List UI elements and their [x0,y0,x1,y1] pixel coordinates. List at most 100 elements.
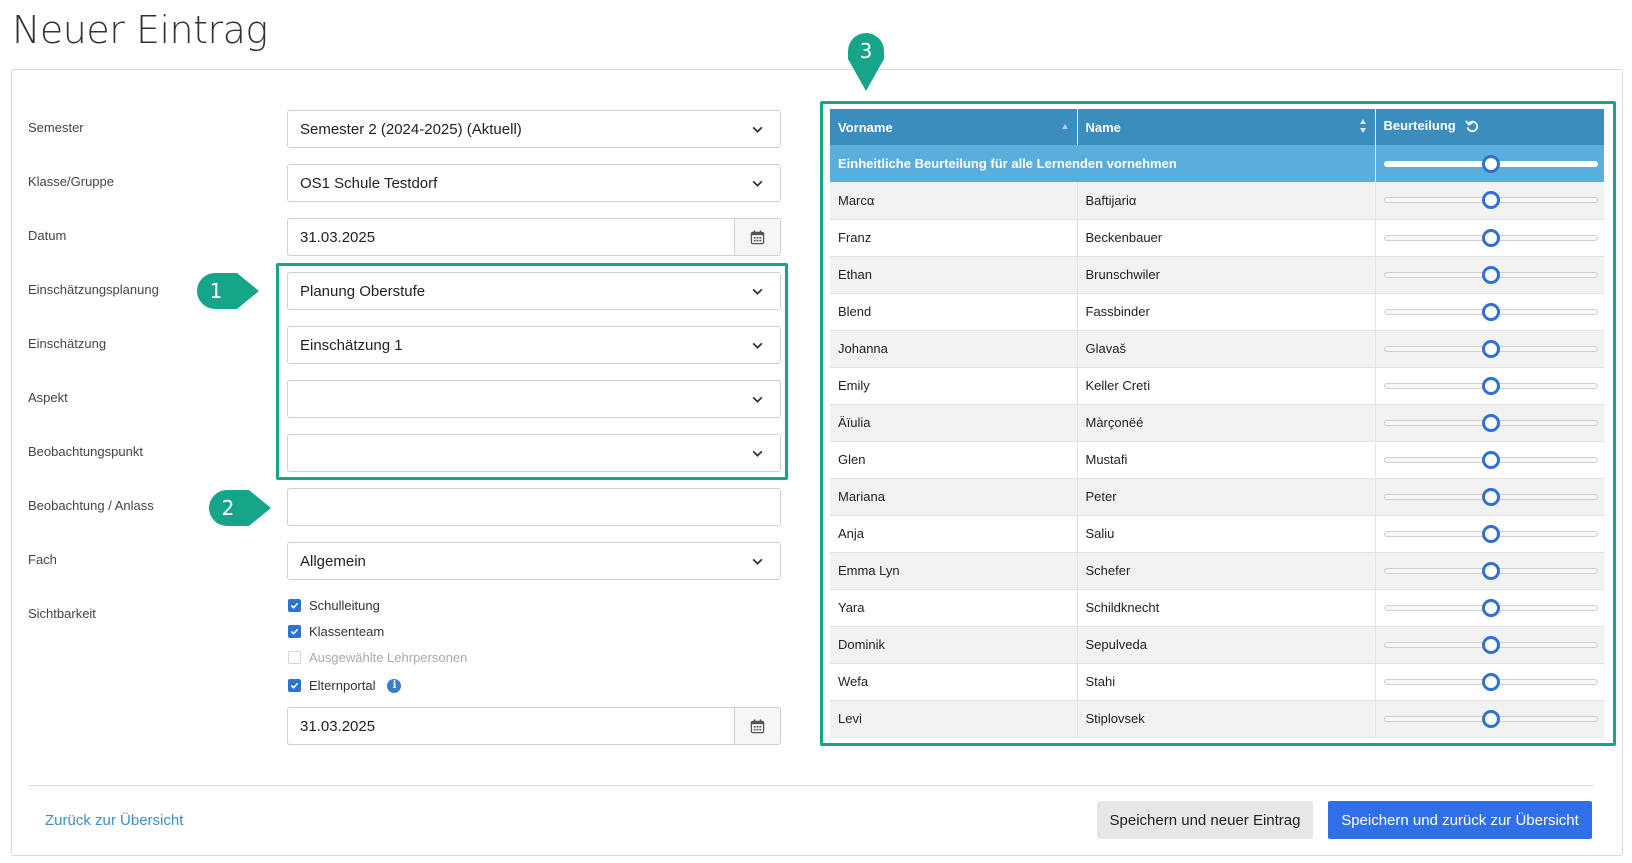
student-row: Emily Keller Cretì [830,367,1604,405]
student-row: Mariana Peter [830,478,1604,516]
student-rating-slider[interactable] [1383,339,1598,359]
slider-thumb[interactable] [1481,561,1500,580]
student-row: Wefa Stahi [830,663,1604,701]
student-rating-slider[interactable] [1383,561,1598,581]
highlight-box-1 [276,263,788,480]
student-rating-slider[interactable] [1383,376,1598,396]
beobachtung-input[interactable] [287,488,781,526]
column-header-vorname[interactable]: Vorname [830,109,1078,145]
column-header-name[interactable]: Name [1077,109,1376,145]
student-rating-cell [1375,293,1604,331]
sort-asc-icon[interactable] [1061,119,1069,134]
student-vorname: Johanna [830,330,1078,368]
student-rating-slider[interactable] [1383,598,1598,618]
slider-thumb[interactable] [1481,413,1500,432]
slider-thumb[interactable] [1481,450,1500,469]
header-label: Name [1085,119,1121,135]
student-rating-slider[interactable] [1383,413,1598,433]
student-vorname: Mariana [830,478,1078,516]
badge-number: 1 [209,279,223,303]
slider-thumb[interactable] [1481,709,1500,728]
fach-select[interactable]: Allgemein [287,542,781,580]
annotation-badge-3: 3 [846,31,886,93]
student-row: Blend Fassbinder [830,293,1604,331]
slider-thumb[interactable] [1481,339,1500,358]
reset-icon[interactable] [1465,119,1479,136]
student-name: Schildknecht [1077,589,1376,627]
slider-thumb[interactable] [1481,598,1500,617]
student-rating-slider[interactable] [1383,487,1598,507]
student-vorname: Emma Lyn [830,552,1078,590]
student-name: Baftijariα [1077,182,1376,220]
calendar-icon[interactable] [734,219,780,255]
student-rating-slider[interactable] [1383,709,1598,729]
student-rating-cell [1375,700,1604,738]
fach-value: Allgemein [300,552,366,570]
slider-thumb[interactable] [1481,302,1500,321]
slider-thumb[interactable] [1481,635,1500,654]
student-rating-slider[interactable] [1383,450,1598,470]
student-vorname: Marcα [830,182,1078,220]
elternportal-date-value: 31.03.2025 [300,717,376,735]
student-name: Schefer [1077,552,1376,590]
student-name: Keller Cretì [1077,367,1376,405]
student-rating-cell [1375,256,1604,294]
label-beobachtung: Beobachtung / Anlass [28,498,154,513]
checkbox-elternportal[interactable]: Elternportal i [288,678,402,693]
datum-input[interactable]: 31.03.2025 [287,218,781,256]
student-name: Mustafi [1077,441,1376,479]
student-row: Glen Mustafi [830,441,1604,479]
student-rating-slider[interactable] [1383,524,1598,544]
klasse-value: OS1 Schule Testdorf [300,174,438,192]
checkbox-schulleitung[interactable]: Schulleitung [288,598,380,613]
student-rating-slider[interactable] [1383,265,1598,285]
student-rating-cell [1375,552,1604,590]
label-aspekt: Aspekt [28,390,68,405]
save-and-new-button[interactable]: Speichern und neuer Eintrag [1097,801,1313,839]
info-icon[interactable]: i [387,678,402,693]
page-title: Neuer Eintrag [12,8,268,52]
calendar-icon[interactable] [734,708,780,744]
slider-thumb[interactable] [1481,265,1500,284]
slider-thumb[interactable] [1481,487,1500,506]
student-name: Sepulveda [1077,626,1376,664]
checkbox-checked-icon[interactable] [288,599,301,612]
student-rating-slider[interactable] [1383,672,1598,692]
slider-thumb[interactable] [1481,524,1500,543]
semester-value: Semester 2 (2024-2025) (Aktuell) [300,120,522,138]
label-einschaetzung: Einschätzung [28,336,107,351]
slider-thumb[interactable] [1481,228,1500,247]
annotation-badge-2: 2 [209,488,271,528]
slider-thumb[interactable] [1481,154,1500,173]
student-vorname: Äïulia [830,404,1078,442]
checkbox-label: Elternportal [309,678,376,693]
student-vorname: Glen [830,441,1078,479]
sort-icon[interactable] [1359,118,1367,137]
slider-thumb[interactable] [1481,191,1500,210]
elternportal-date-input[interactable]: 31.03.2025 [287,707,781,745]
label-semester: Semester [28,120,84,135]
semester-select[interactable]: Semester 2 (2024-2025) (Aktuell) [287,110,781,148]
back-to-overview-link[interactable]: Zurück zur Übersicht [45,812,183,829]
klasse-select[interactable]: OS1 Schule Testdorf [287,164,781,202]
student-rating-slider[interactable] [1383,635,1598,655]
checkbox-checked-icon[interactable] [288,679,301,692]
student-row: Anja Saliu [830,515,1604,553]
student-vorname: Wefa [830,663,1078,701]
slider-thumb[interactable] [1481,672,1500,691]
checkbox-unchecked-icon [288,651,301,664]
student-rating-cell [1375,330,1604,368]
checkbox-klassenteam[interactable]: Klassenteam [288,624,384,639]
slider-thumb[interactable] [1481,376,1500,395]
student-name: Brunschwiler [1077,256,1376,294]
save-and-back-button[interactable]: Speichern und zurück zur Übersicht [1328,801,1592,839]
student-name: Saliu [1077,515,1376,553]
checkbox-checked-icon[interactable] [288,625,301,638]
header-label: Beurteilung [1383,118,1456,134]
student-rating-slider[interactable] [1383,190,1598,210]
student-rating-slider[interactable] [1383,228,1598,248]
global-rating-slider[interactable] [1383,154,1598,174]
global-rating-label: Einheitliche Beurteilung für alle Lernen… [830,145,1376,182]
student-rating-slider[interactable] [1383,302,1598,322]
student-rating-cell [1375,515,1604,553]
